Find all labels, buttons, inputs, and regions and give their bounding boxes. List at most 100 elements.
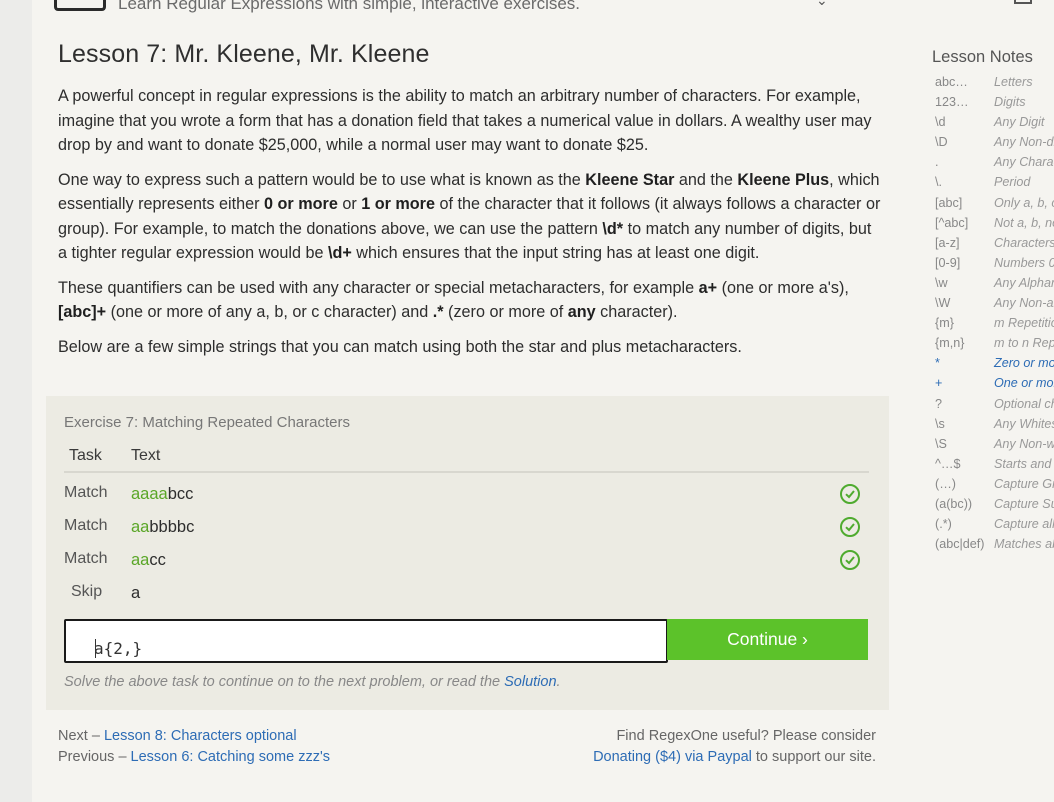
note-description: One or more repetitions (994, 376, 1054, 391)
regex-input-value[interactable]: a{2,} (94, 639, 142, 658)
note-description: Capture all (994, 517, 1054, 532)
lesson-note-item: * Zero or more repetitions (935, 354, 1054, 374)
task-label: Match (64, 550, 108, 567)
lesson-note-item: (.*) Capture all (935, 515, 1054, 535)
note-description: Only a, b, or c (994, 195, 1054, 210)
solution-link[interactable]: Solution (504, 674, 556, 690)
note-description: Any Non-alphanumeric character (994, 296, 1054, 311)
lesson-note-item: ? Optional character (935, 395, 1054, 415)
lesson-content: A powerful concept in regular expression… (58, 84, 884, 369)
check-circle-icon (840, 550, 860, 570)
test-string: aacc (131, 551, 166, 569)
donate-notice: Find RegexOne useful? Please consider Do… (593, 728, 876, 765)
lesson-note-item: (…) Capture Group (935, 475, 1054, 495)
note-symbol: [abc] (935, 195, 963, 210)
note-description: Digits (994, 95, 1026, 110)
exercise-row: Match aaaabcc (64, 484, 869, 514)
note-symbol: \d (935, 115, 946, 130)
lesson-notes-title: Lesson Notes (932, 48, 1033, 66)
lesson-note-item: \W Any Non-alphanumeric character (935, 294, 1054, 314)
lesson-paragraph-1: A powerful concept in regular expression… (58, 87, 872, 154)
note-description: Zero or more repetitions (994, 356, 1054, 371)
lesson-note-item: [abc] Only a, b, or c (935, 194, 1054, 214)
column-header-text: Text (131, 447, 161, 464)
site-tagline: Learn Regular Expressions with simple, i… (118, 0, 581, 13)
lesson-title: Lesson 7: Mr. Kleene, Mr. Kleene (58, 40, 430, 68)
lesson-paragraph-3: These quantifiers can be used with any c… (58, 278, 849, 322)
check-circle-icon (840, 517, 860, 537)
chevron-down-icon[interactable]: ⌄ (816, 0, 828, 9)
column-header-task: Task (69, 447, 102, 464)
note-description: Starts and ends (994, 456, 1054, 471)
note-symbol: (…) (935, 476, 956, 491)
note-symbol: ? (935, 396, 943, 411)
note-description: m to n Repetitions (994, 336, 1054, 351)
exercise-hint: Solve the above task to continue on to t… (64, 674, 561, 690)
left-gutter (0, 0, 32, 802)
task-label: Match (64, 517, 108, 534)
test-string: aabbbbc (131, 518, 195, 536)
lesson-note-item: \S Any Non-whitespace character (935, 435, 1054, 455)
note-symbol: \w (935, 275, 948, 290)
note-description: Capture Group (994, 476, 1054, 491)
note-description: Any Non-whitespace character (994, 436, 1054, 451)
note-symbol: [^abc] (935, 215, 969, 230)
logo-icon[interactable] (54, 0, 106, 11)
note-description: Any Whitespace (994, 416, 1054, 431)
lesson-navigation: Next – Lesson 8: Characters optional Pre… (58, 728, 330, 765)
note-description: Matches abc or def (994, 537, 1054, 552)
lesson-note-item: \w Any Alphanumeric character (935, 274, 1054, 294)
text-caret (95, 639, 96, 658)
note-symbol: \W (935, 296, 951, 311)
lesson-note-item: + One or more repetitions (935, 374, 1054, 394)
lesson-note-item: [a-z] Characters a to z (935, 234, 1054, 254)
lesson-note-item: (abc|def) Matches abc or def (935, 535, 1054, 555)
lesson-note-item: . Any Character (935, 153, 1054, 173)
exercise-row: Match aacc (64, 550, 869, 580)
note-symbol: \s (935, 416, 945, 431)
check-circle-icon (840, 484, 860, 504)
note-symbol: {m} (935, 316, 954, 331)
note-description: Not a, b, nor c (994, 215, 1054, 230)
note-symbol: [0-9] (935, 255, 961, 270)
previous-lesson-link[interactable]: Lesson 6: Catching some zzz's (131, 749, 330, 765)
note-symbol: \S (935, 436, 947, 451)
test-string: a (131, 584, 141, 602)
continue-button[interactable]: Continue › (667, 619, 868, 660)
lesson-paragraph-2: One way to express such a pattern would … (58, 170, 881, 263)
note-symbol: (abc|def) (935, 537, 985, 552)
note-symbol: . (935, 155, 939, 170)
note-description: m Repetitions (994, 316, 1054, 331)
note-symbol: (a(bc)) (935, 496, 973, 511)
note-symbol: {m,n} (935, 336, 965, 351)
lesson-note-item: (a(bc)) Capture Sub-group (935, 495, 1054, 515)
lesson-note-item: [^abc] Not a, b, nor c (935, 214, 1054, 234)
lesson-note-item: \D Any Non-digit character (935, 133, 1054, 153)
note-symbol: ^…$ (935, 456, 961, 471)
note-symbol: abc… (935, 75, 968, 89)
note-symbol: (.*) (935, 517, 952, 532)
next-lesson-link[interactable]: Lesson 8: Characters optional (104, 728, 297, 744)
note-description: Period (994, 175, 1031, 190)
table-divider (64, 471, 869, 473)
exercise-row: Skip a (64, 583, 869, 613)
note-description: Optional character (994, 396, 1054, 411)
note-symbol: \D (935, 135, 948, 150)
exercise-row: Match aabbbbc (64, 517, 869, 547)
lesson-notes-list: abc… Letters 123… Digits \d Any Digit \D Any No… (935, 73, 1054, 555)
task-label: Match (64, 484, 108, 501)
lesson-note-item: {m,n} m to n Repetitions (935, 334, 1054, 354)
note-description: Letters (994, 75, 1033, 89)
note-description: Any Alphanumeric character (994, 275, 1054, 290)
lesson-note-item: ^…$ Starts and ends (935, 455, 1054, 475)
donate-link[interactable]: Donating ($4) via Paypal (593, 749, 752, 765)
lesson-note-item: \s Any Whitespace (935, 415, 1054, 435)
note-description: Any Digit (994, 115, 1045, 130)
note-symbol: 123… (935, 95, 969, 110)
note-symbol: \. (935, 175, 942, 190)
regex-input[interactable]: a{2,} (64, 619, 668, 663)
note-symbol: * (935, 356, 940, 371)
menu-icon[interactable] (1014, 0, 1032, 4)
lesson-note-item: \d Any Digit (935, 113, 1054, 133)
note-symbol: [a-z] (935, 235, 960, 250)
